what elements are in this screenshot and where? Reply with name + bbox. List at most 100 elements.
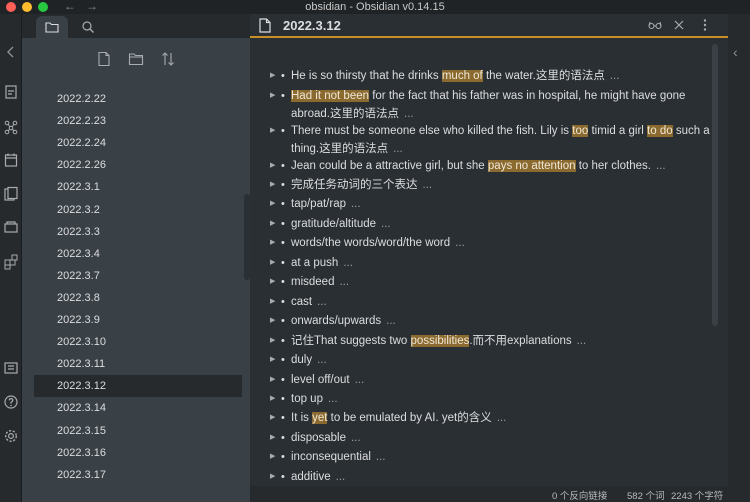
bullet-icon[interactable]: • [281, 390, 285, 408]
fold-toggle-icon[interactable]: ▶ [270, 254, 275, 272]
collapsed-ellipsis[interactable]: ... [336, 471, 346, 483]
collapsed-ellipsis[interactable]: ... [339, 276, 349, 288]
fold-toggle-icon[interactable]: ▶ [270, 67, 275, 85]
collapsed-ellipsis[interactable]: ... [393, 143, 403, 155]
bullet-icon[interactable]: • [281, 215, 285, 233]
file-item[interactable]: 2022.3.4 [34, 243, 242, 265]
fold-toggle-icon[interactable]: ▶ [270, 273, 275, 291]
outline-item[interactable]: ▶ • Had it not been for the fact that his … [270, 87, 710, 123]
fold-toggle-icon[interactable]: ▶ [270, 122, 275, 140]
collapsed-ellipsis[interactable]: ... [351, 432, 361, 444]
note-title[interactable]: 2022.3.12 [283, 16, 341, 36]
file-item[interactable]: 2022.3.10 [34, 331, 242, 353]
collapsed-ellipsis[interactable]: ... [351, 198, 361, 210]
fold-toggle-icon[interactable]: ▶ [270, 409, 275, 427]
fold-toggle-icon[interactable]: ▶ [270, 371, 275, 389]
outline-item[interactable]: ▶ • additive... [270, 468, 710, 486]
bullet-icon[interactable]: • [281, 468, 285, 486]
file-item[interactable]: 2022.3.17 [34, 464, 242, 486]
slides-icon[interactable] [3, 220, 19, 236]
collapsed-ellipsis[interactable]: ... [343, 257, 353, 269]
bullet-icon[interactable]: • [281, 157, 285, 175]
outline-item[interactable]: ▶ • gratitude/altitude... [270, 215, 710, 233]
outline-item[interactable]: ▶ • misdeed... [270, 273, 710, 291]
collapsed-ellipsis[interactable]: ... [455, 237, 465, 249]
fold-toggle-icon[interactable]: ▶ [270, 176, 275, 194]
backlink-count[interactable]: 0 个反向链接 [552, 488, 607, 502]
bullet-icon[interactable]: • [281, 351, 285, 369]
collapse-sidebar-icon[interactable] [3, 44, 19, 60]
daily-note-icon[interactable] [3, 152, 19, 168]
outline-item[interactable]: ▶ • inconsequential... [270, 448, 710, 466]
collapsed-ellipsis[interactable]: ... [656, 160, 666, 172]
file-item[interactable]: 2022.2.22 [34, 88, 242, 110]
editor-scrollbar[interactable] [712, 44, 718, 326]
fold-toggle-icon[interactable]: ▶ [270, 448, 275, 466]
new-folder-icon[interactable] [128, 51, 144, 67]
bullet-icon[interactable]: • [281, 234, 285, 252]
file-item[interactable]: 2022.3.11 [34, 353, 242, 375]
graph-view-icon[interactable] [3, 119, 19, 135]
file-item[interactable]: 2022.3.1 [34, 176, 242, 198]
bullet-icon[interactable]: • [281, 254, 285, 272]
file-item[interactable]: 2022.2.23 [34, 110, 242, 132]
collapsed-ellipsis[interactable]: ... [317, 354, 327, 366]
outline-item[interactable]: ▶ • duly... [270, 351, 710, 369]
settings-icon[interactable] [3, 428, 19, 444]
outline-item[interactable]: ▶ • tap/pat/rap... [270, 195, 710, 213]
collapsed-ellipsis[interactable]: ... [577, 335, 587, 347]
bullet-icon[interactable]: • [281, 332, 285, 350]
file-item[interactable]: 2022.3.7 [34, 265, 242, 287]
collapsed-ellipsis[interactable]: ... [386, 315, 396, 327]
outline-item[interactable]: ▶ • 记住That suggests two possibilities.而不用e… [270, 332, 710, 350]
outline-item[interactable]: ▶ • top up... [270, 390, 710, 408]
collapsed-ellipsis[interactable]: ... [328, 393, 338, 405]
file-item[interactable]: 2022.3.14 [34, 397, 242, 419]
sort-icon[interactable] [160, 51, 176, 67]
help-icon[interactable] [3, 394, 19, 410]
templates-icon[interactable] [3, 186, 19, 202]
outline-item[interactable]: ▶ • cast... [270, 293, 710, 311]
fold-toggle-icon[interactable]: ▶ [270, 234, 275, 252]
bullet-icon[interactable]: • [281, 122, 285, 140]
outline-item[interactable]: ▶ • 完成任务动词的三个表达... [270, 176, 710, 194]
file-item-active[interactable]: 2022.3.12 [34, 375, 242, 398]
bullet-icon[interactable]: • [281, 67, 285, 85]
fold-toggle-icon[interactable]: ▶ [270, 429, 275, 447]
outline-item[interactable]: ▶ • He is so thirsty that he drinks much o… [270, 67, 710, 85]
collapsed-ellipsis[interactable]: ... [404, 108, 414, 120]
file-item[interactable]: 2022.3.3 [34, 221, 242, 243]
file-item[interactable]: 2022.2.24 [34, 132, 242, 154]
fold-toggle-icon[interactable]: ▶ [270, 293, 275, 311]
fold-toggle-icon[interactable]: ▶ [270, 195, 275, 213]
reading-view-icon[interactable] [648, 18, 662, 32]
collapsed-ellipsis[interactable]: ... [423, 179, 433, 191]
bullet-icon[interactable]: • [281, 293, 285, 311]
file-item[interactable]: 2022.3.8 [34, 287, 242, 309]
collapsed-ellipsis[interactable]: ... [497, 412, 507, 424]
outline-item[interactable]: ▶ • There must be someone else who killed … [270, 122, 710, 158]
bullet-icon[interactable]: • [281, 312, 285, 330]
outline-item[interactable]: ▶ • disposable... [270, 429, 710, 447]
fold-toggle-icon[interactable]: ▶ [270, 215, 275, 233]
file-item[interactable]: 2022.3.9 [34, 309, 242, 331]
fold-toggle-icon[interactable]: ▶ [270, 312, 275, 330]
file-item[interactable]: 2022.3.15 [34, 420, 242, 442]
bullet-icon[interactable]: • [281, 409, 285, 427]
outline-item[interactable]: ▶ • It is yet to be emulated by AI. yet的含义… [270, 409, 710, 427]
file-item[interactable]: 2022.2.26 [34, 154, 242, 176]
fold-toggle-icon[interactable]: ▶ [270, 468, 275, 486]
outline-item[interactable]: ▶ • level off/out... [270, 371, 710, 389]
file-item[interactable]: 2022.3.2 [34, 199, 242, 221]
collapsed-ellipsis[interactable]: ... [317, 296, 327, 308]
outline-item[interactable]: ▶ • Jean could be a attractive girl, but s… [270, 157, 710, 175]
outline-item[interactable]: ▶ • at a push... [270, 254, 710, 272]
more-options-icon[interactable] [698, 18, 712, 32]
fold-toggle-icon[interactable]: ▶ [270, 332, 275, 350]
fold-toggle-icon[interactable]: ▶ [270, 87, 275, 105]
fold-toggle-icon[interactable]: ▶ [270, 157, 275, 175]
collapsed-ellipsis[interactable]: ... [381, 218, 391, 230]
new-note-icon[interactable] [96, 51, 112, 67]
outline-item[interactable]: ▶ • words/the words/word/the word... [270, 234, 710, 252]
bullet-icon[interactable]: • [281, 371, 285, 389]
